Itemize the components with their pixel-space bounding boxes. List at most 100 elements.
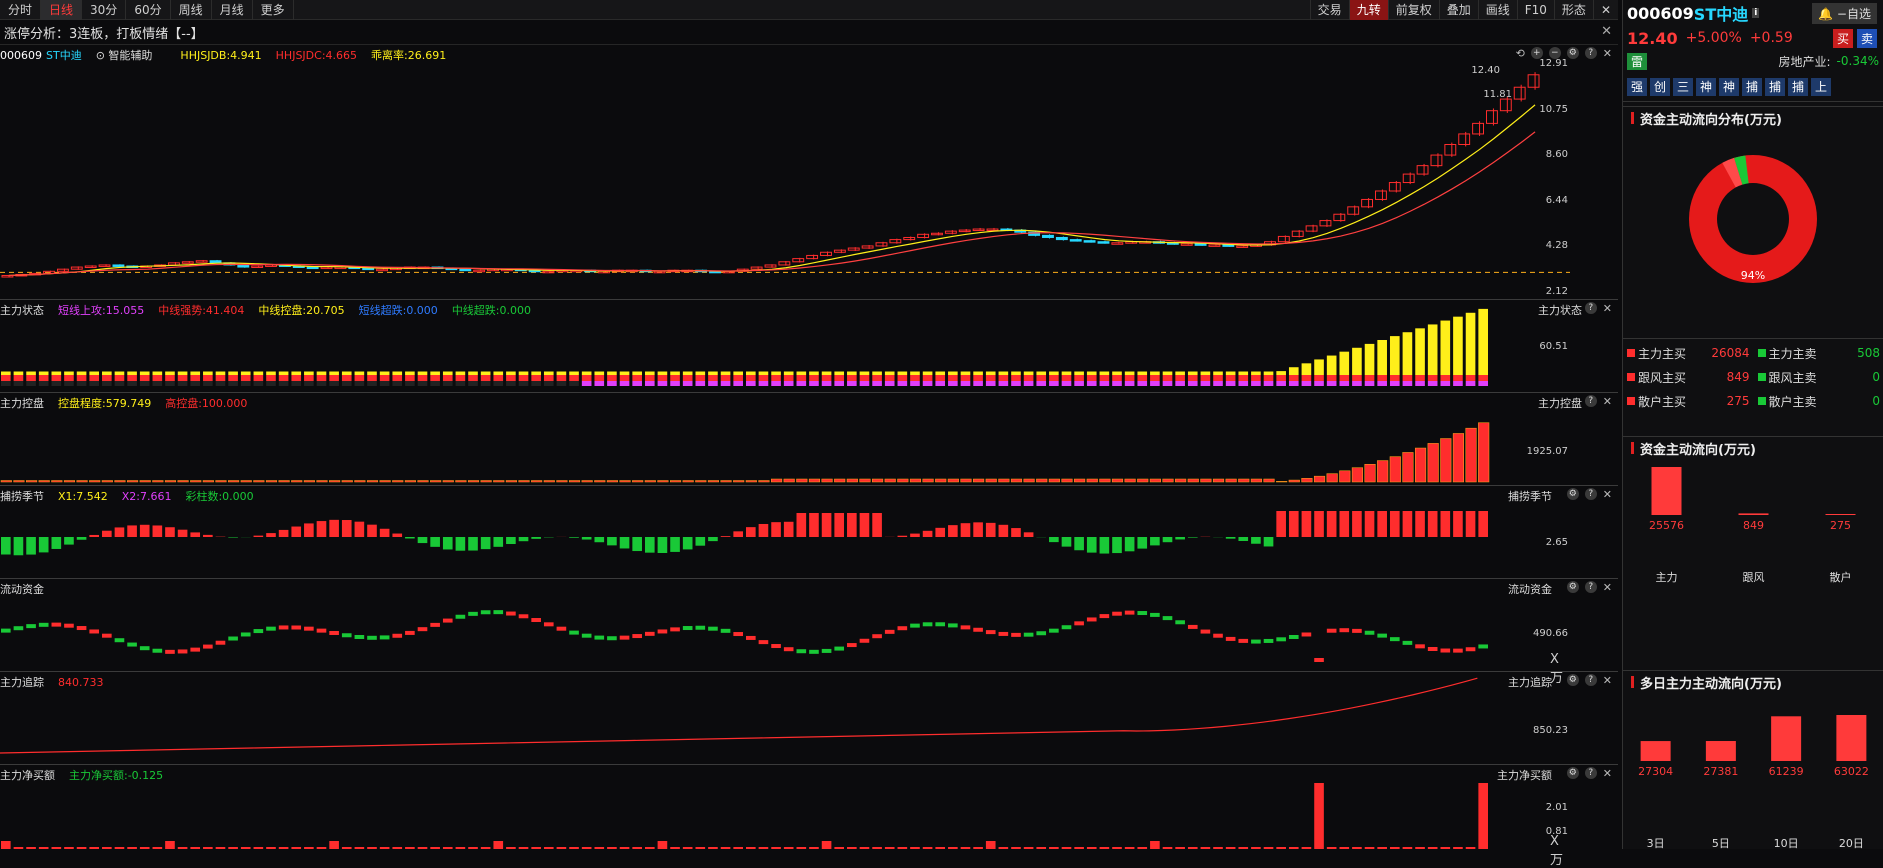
help-icon[interactable]: ? — [1585, 395, 1597, 407]
pie-label: 94% — [1741, 269, 1765, 282]
signal-badge[interactable]: 上 — [1811, 78, 1831, 96]
settings-icon[interactable]: ⚙ — [1567, 488, 1579, 500]
season-bar — [1403, 511, 1413, 537]
control-bar — [1403, 452, 1414, 482]
close-icon[interactable]: ✕ — [1603, 488, 1612, 501]
period-tab[interactable]: 30分 — [82, 0, 126, 20]
liquidity-mark — [14, 626, 24, 630]
sell-button[interactable]: 卖 — [1857, 29, 1877, 48]
status-red-bar — [961, 375, 971, 381]
tool-button[interactable]: 画线 — [1478, 0, 1517, 20]
status-red-bar — [304, 375, 314, 381]
bar-label: 3日 — [1647, 837, 1665, 850]
status-magenta-bar — [380, 381, 390, 386]
flow-bar — [1652, 467, 1682, 515]
candle — [113, 265, 124, 267]
favorite-button[interactable]: 🔔 −自选 — [1812, 3, 1877, 24]
period-tab[interactable]: 日线 — [41, 0, 82, 20]
season-bar — [1264, 537, 1274, 546]
tool-button[interactable]: 九转 — [1349, 0, 1388, 20]
settings-icon[interactable]: ⚙ — [1567, 581, 1579, 593]
status-bar — [1137, 372, 1147, 376]
liquidity-mark — [531, 618, 541, 622]
close-icon[interactable]: ✕ — [1603, 767, 1612, 780]
period-tab[interactable]: 周线 — [171, 0, 212, 20]
signal-badge[interactable]: 强 — [1627, 78, 1647, 96]
flow-label: 散户主买 — [1638, 393, 1686, 410]
control-bar — [1314, 476, 1325, 482]
help-icon[interactable]: ? — [1585, 488, 1597, 500]
period-tab[interactable]: 更多 — [253, 0, 294, 20]
candlestick-chart[interactable] — [0, 46, 1570, 300]
status-magenta-bar — [405, 381, 415, 386]
status-bar — [1276, 371, 1286, 375]
status-magenta-bar — [291, 381, 301, 386]
status-red-bar — [153, 375, 163, 381]
signal-badge[interactable]: 三 — [1673, 78, 1693, 96]
status-magenta-bar — [1264, 381, 1274, 386]
status-red-bar — [809, 375, 819, 381]
signal-badge[interactable]: 捕 — [1765, 78, 1785, 96]
candle — [932, 233, 943, 235]
help-icon[interactable]: ? — [1585, 47, 1597, 59]
signal-badge[interactable]: 捕 — [1742, 78, 1762, 96]
control-bar — [266, 481, 277, 483]
help-icon[interactable]: ? — [1585, 767, 1597, 779]
tool-button[interactable]: 叠加 — [1439, 0, 1478, 20]
liquidity-mark — [380, 635, 390, 639]
candle — [1112, 243, 1123, 245]
tool-button[interactable]: 形态 — [1554, 0, 1593, 20]
close-icon[interactable]: ✕ — [1603, 302, 1612, 315]
control-bar — [1087, 479, 1098, 482]
help-icon[interactable]: ? — [1585, 302, 1597, 314]
close-icon[interactable]: ✕ — [1593, 0, 1618, 20]
info-icon[interactable]: i — [1752, 8, 1759, 18]
settings-icon[interactable]: ⚙ — [1567, 767, 1579, 779]
tool-button[interactable]: F10 — [1517, 0, 1554, 20]
close-icon[interactable]: ✕ — [1601, 24, 1612, 39]
buy-button[interactable]: 买 — [1833, 29, 1853, 48]
bar-label: 5日 — [1712, 837, 1730, 850]
status-red-bar — [380, 375, 390, 381]
liquidity-mark — [1226, 637, 1236, 641]
close-icon[interactable]: ✕ — [1603, 47, 1612, 60]
settings-icon[interactable]: ⚙ — [1567, 674, 1579, 686]
period-tab[interactable]: 分时 — [0, 0, 41, 20]
status-red-bar — [1302, 375, 1312, 381]
close-icon[interactable]: ✕ — [1603, 674, 1612, 687]
status-red-bar — [430, 375, 440, 381]
period-tab[interactable]: 月线 — [212, 0, 253, 20]
period-tab[interactable]: 60分 — [126, 0, 170, 20]
tool-button[interactable]: 交易 — [1310, 0, 1349, 20]
close-icon[interactable]: ✕ — [1603, 581, 1612, 594]
close-icon[interactable]: ✕ — [1603, 395, 1612, 408]
control-bar — [1188, 479, 1199, 482]
status-red-bar — [291, 375, 301, 381]
industry-label[interactable]: 房地产业: — [1779, 53, 1831, 70]
season-bar — [1238, 537, 1248, 541]
season-bar — [1339, 511, 1349, 537]
signal-badge[interactable]: 捕 — [1788, 78, 1808, 96]
status-magenta-bar — [519, 381, 529, 386]
signal-badge[interactable]: 创 — [1650, 78, 1670, 96]
signal-badge[interactable]: 神 — [1719, 78, 1739, 96]
liquidity-mark — [102, 634, 112, 638]
status-bar — [493, 372, 503, 376]
status-magenta-bar — [670, 381, 680, 386]
control-bar — [733, 481, 744, 483]
season-panel: 捕捞季节 X1:7.542 X2:7.661 彩柱数:0.000 捕捞季节 ⚙?… — [0, 487, 1618, 579]
liquidity-mark — [89, 629, 99, 633]
season-bar — [456, 537, 466, 551]
status-magenta-bar — [582, 381, 592, 386]
status-magenta-bar — [77, 381, 87, 386]
candle — [1306, 226, 1317, 231]
help-icon[interactable]: ? — [1585, 674, 1597, 686]
bar-label: 跟风 — [1743, 571, 1765, 584]
status-red-bar — [216, 375, 226, 381]
liquidity-mark — [986, 630, 996, 634]
help-icon[interactable]: ? — [1585, 581, 1597, 593]
tool-button[interactable]: 前复权 — [1388, 0, 1439, 20]
status-bar — [418, 372, 428, 376]
signal-badge[interactable]: 神 — [1696, 78, 1716, 96]
status-magenta-bar — [216, 381, 226, 386]
